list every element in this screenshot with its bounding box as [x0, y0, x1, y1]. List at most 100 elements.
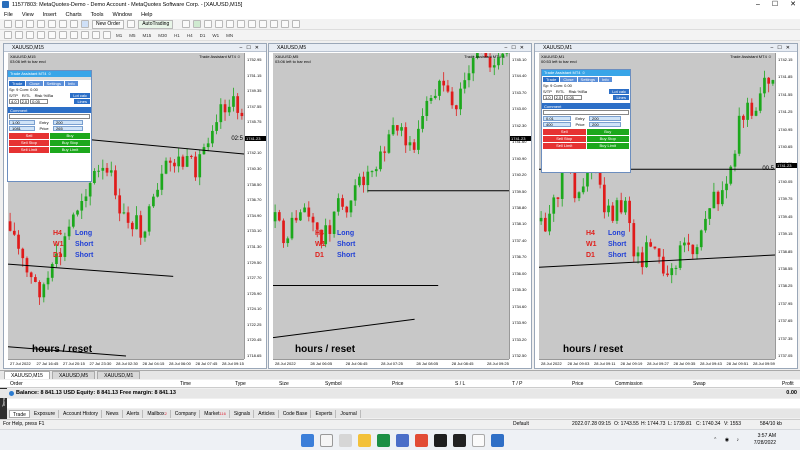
new-order-button[interactable]: New Order	[92, 19, 125, 29]
terminal-tab-signals[interactable]: Signals	[231, 409, 255, 418]
arrows-icon[interactable]	[103, 31, 111, 39]
price-axis[interactable]: 1745.10 1744.40 1743.70 1743.00 1742.30 1741.…	[509, 53, 531, 359]
tab-settings[interactable]: Settings	[43, 80, 64, 86]
tf-h1[interactable]: H1	[172, 33, 182, 38]
terminal-tab-account-history[interactable]: Account History	[60, 409, 103, 418]
price-input[interactable]: 400	[543, 121, 571, 127]
comment-input[interactable]	[543, 109, 629, 115]
profiles-icon[interactable]	[15, 20, 23, 28]
tab-trade[interactable]: Trade	[9, 80, 26, 86]
crosshair-icon[interactable]	[15, 31, 23, 39]
terminal-tab-company[interactable]: Company	[172, 409, 201, 418]
tf-m15[interactable]: M15	[141, 33, 154, 38]
lot-input[interactable]: 1.00	[9, 119, 35, 125]
sell-button[interactable]: Sell	[543, 129, 586, 135]
comment-input[interactable]	[9, 113, 90, 119]
tab-info[interactable]: Info	[65, 80, 78, 86]
search-icon[interactable]	[320, 434, 333, 447]
menu-help[interactable]: Help	[141, 12, 152, 18]
tf-mn[interactable]: MN	[224, 33, 235, 38]
col-current-price[interactable]: Price	[572, 381, 583, 387]
navigator-icon[interactable]	[48, 20, 56, 28]
buy-button[interactable]: Buy	[586, 129, 629, 135]
menu-tools[interactable]: Tools	[91, 12, 104, 18]
buy-limit-button[interactable]: Buy Limit	[50, 147, 90, 153]
templates-icon[interactable]	[292, 20, 301, 28]
metaeditor-icon[interactable]	[81, 20, 89, 28]
col-symbol[interactable]: Symbol	[325, 381, 342, 387]
price-axis[interactable]: 1742.15 1741.85 1741.55 1741.25 1740.95 1740.…	[775, 53, 797, 359]
terminal-tab-journal[interactable]: Journal	[337, 409, 361, 418]
tf-m30[interactable]: M30	[156, 33, 169, 38]
buy-limit-button[interactable]: Buy Limit	[586, 143, 629, 149]
time-axis[interactable]: 27 Jul 2022 27 Jul 16:45 27 Jul 20:15 27 Ju…	[8, 359, 244, 367]
app-icon[interactable]	[415, 434, 428, 447]
tester-icon[interactable]	[70, 20, 78, 28]
chart-window-controls[interactable]: –☐✕	[240, 44, 263, 52]
line-chart-icon[interactable]	[204, 20, 213, 28]
maximize-button[interactable]: ☐	[772, 0, 778, 10]
market-watch-icon[interactable]	[26, 20, 34, 28]
lot-input[interactable]: 0.01	[543, 115, 571, 121]
fibonacci-icon[interactable]	[70, 31, 78, 39]
mt4-icon[interactable]	[491, 434, 504, 447]
price-points-input[interactable]: 200	[589, 121, 621, 127]
terminal-tab-mailbox[interactable]: Mailbox2	[144, 409, 171, 418]
zoom-in-icon[interactable]	[215, 20, 224, 28]
autoscroll-icon[interactable]	[248, 20, 257, 28]
clock[interactable]: 3:57 AM 7/28/2022	[754, 433, 776, 447]
risk-input[interactable]: 0.05	[30, 98, 49, 104]
data-window-icon[interactable]	[37, 20, 45, 28]
risk-input[interactable]: 0.05	[564, 94, 583, 100]
lines-button[interactable]: Lines	[613, 94, 629, 100]
sell-button[interactable]: Sell	[9, 133, 49, 139]
tile-windows-icon[interactable]	[237, 20, 246, 28]
col-price[interactable]: Price	[392, 381, 403, 387]
task-view-icon[interactable]	[339, 434, 352, 447]
terminal-tab-experts[interactable]: Experts	[312, 409, 337, 418]
cursor-icon[interactable]	[4, 31, 12, 39]
bar-chart-icon[interactable]	[182, 20, 191, 28]
chart-window-controls[interactable]: –☐✕	[505, 44, 528, 52]
indicators-icon[interactable]	[270, 20, 279, 28]
chart-window-title[interactable]: XAUUSD,M1 –☐✕	[535, 44, 797, 52]
col-size[interactable]: Size	[279, 381, 289, 387]
tf-h4[interactable]: H4	[185, 33, 195, 38]
profile-name[interactable]: Default	[513, 421, 529, 427]
tradingview-icon[interactable]	[453, 434, 466, 447]
tf-m1[interactable]: M1	[114, 33, 124, 38]
col-sl[interactable]: S / L	[455, 381, 465, 387]
chart-window-title[interactable]: XAUUSD,M5 –☐✕	[269, 44, 531, 52]
col-order[interactable]: Order	[10, 381, 23, 387]
chart-shift-icon[interactable]	[259, 20, 268, 28]
time-axis[interactable]: 28 Jul 2022 28 Jul 09:03 28 Jul 09:11 28 Ju…	[539, 359, 775, 367]
tf-w1[interactable]: W1	[210, 33, 221, 38]
tab-trade[interactable]: Trade	[543, 76, 560, 82]
traffic-status[interactable]: 584/10 kb	[760, 421, 782, 427]
entry-points-input[interactable]: 200	[589, 115, 621, 121]
autotrading-button[interactable]: AutoTrading	[138, 19, 174, 29]
time-axis[interactable]: 28 Jul 2022 28 Jul 06:05 28 Jul 06:45 28 Ju…	[273, 359, 509, 367]
col-swap[interactable]: Swap	[693, 381, 706, 387]
channel-icon[interactable]	[59, 31, 67, 39]
close-button[interactable]: ✕	[790, 0, 796, 10]
buy-button[interactable]: Buy	[50, 133, 90, 139]
zoom-out-icon[interactable]	[226, 20, 235, 28]
candlestick-icon[interactable]	[193, 20, 202, 28]
chrome-icon[interactable]	[377, 434, 390, 447]
vertical-line-icon[interactable]	[26, 31, 34, 39]
entry-points-input[interactable]: 200	[53, 119, 83, 125]
tf-m5[interactable]: M5	[127, 33, 137, 38]
menu-window[interactable]: Window	[113, 12, 133, 18]
minimize-button[interactable]: –	[756, 0, 760, 10]
lot-calc-button[interactable]: Lot calc	[609, 88, 629, 94]
text-icon[interactable]	[81, 31, 89, 39]
col-commission[interactable]: Commission	[615, 381, 643, 387]
new-chart-icon[interactable]	[4, 20, 12, 28]
menu-view[interactable]: View	[22, 12, 34, 18]
tf-d1[interactable]: D1	[198, 33, 208, 38]
terminal-tab-code-base[interactable]: Code Base	[280, 409, 312, 418]
chart-window-title[interactable]: XAUUSD,M15 –☐✕	[4, 44, 266, 52]
sell-stop-button[interactable]: Sell Stop	[9, 140, 49, 146]
file-explorer-icon[interactable]	[358, 434, 371, 447]
